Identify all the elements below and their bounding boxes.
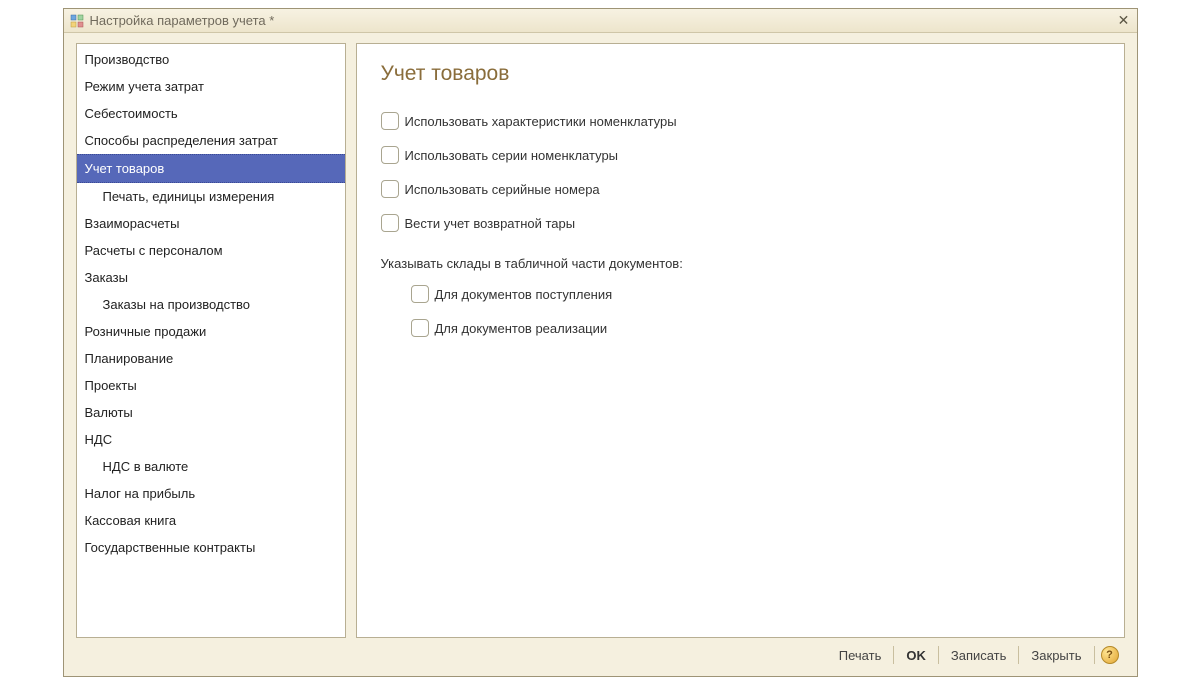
content-panes: ПроизводствоРежим учета затратСебестоимо… (76, 43, 1125, 638)
footer-bar: Печать OK Записать Закрыть ? (76, 638, 1125, 668)
section-label-warehouses: Указывать склады в табличной части докум… (381, 256, 1100, 271)
sidebar-item[interactable]: Валюты (77, 399, 345, 426)
window-app-icon (70, 14, 84, 28)
page-title: Учет товаров (381, 62, 1100, 86)
checkbox-label: Использовать серийные номера (405, 182, 600, 197)
sidebar-item[interactable]: Налог на прибыль (77, 480, 345, 507)
sidebar-item[interactable]: Проекты (77, 372, 345, 399)
title-bar: Настройка параметров учета * ✕ (64, 9, 1137, 33)
sidebar-item[interactable]: Режим учета затрат (77, 73, 345, 100)
close-button[interactable]: Закрыть (1023, 645, 1089, 666)
close-icon[interactable]: ✕ (1115, 12, 1133, 28)
checkbox-row-incoming-docs[interactable]: Для документов поступления (411, 285, 1100, 303)
print-button[interactable]: Печать (831, 645, 890, 666)
checkbox-label: Использовать серии номенклатуры (405, 148, 619, 163)
checkbox-row-serial-numbers[interactable]: Использовать серийные номера (381, 180, 1100, 198)
sidebar-item[interactable]: Учет товаров (77, 154, 345, 183)
settings-window: Настройка параметров учета * ✕ Производс… (63, 8, 1138, 677)
sidebar-item[interactable]: Взаиморасчеты (77, 210, 345, 237)
checkbox-row-sales-docs[interactable]: Для документов реализации (411, 319, 1100, 337)
save-button[interactable]: Записать (943, 645, 1015, 666)
main-panel: Учет товаров Использовать характеристики… (356, 43, 1125, 638)
separator (938, 646, 939, 664)
window-title: Настройка параметров учета * (90, 13, 275, 28)
separator (893, 646, 894, 664)
sidebar-item[interactable]: Заказы (77, 264, 345, 291)
checkbox[interactable] (381, 112, 399, 130)
checkbox-row-characteristics[interactable]: Использовать характеристики номенклатуры (381, 112, 1100, 130)
sidebar-item[interactable]: НДС (77, 426, 345, 453)
sidebar-item[interactable]: НДС в валюте (77, 453, 345, 480)
checkbox[interactable] (411, 319, 429, 337)
sidebar-item[interactable]: Себестоимость (77, 100, 345, 127)
sidebar-item[interactable]: Кассовая книга (77, 507, 345, 534)
checkbox[interactable] (381, 146, 399, 164)
sidebar-item[interactable]: Производство (77, 46, 345, 73)
checkbox-label: Использовать характеристики номенклатуры (405, 114, 677, 129)
help-icon[interactable]: ? (1101, 646, 1119, 664)
checkbox-row-return-packaging[interactable]: Вести учет возвратной тары (381, 214, 1100, 232)
checkbox-label: Для документов реализации (435, 321, 608, 336)
sidebar-item[interactable]: Печать, единицы измерения (77, 183, 345, 210)
separator (1018, 646, 1019, 664)
separator (1094, 646, 1095, 664)
sidebar-item[interactable]: Заказы на производство (77, 291, 345, 318)
checkbox[interactable] (411, 285, 429, 303)
sidebar-item[interactable]: Расчеты с персоналом (77, 237, 345, 264)
ok-button[interactable]: OK (898, 645, 934, 666)
window-body: ПроизводствоРежим учета затратСебестоимо… (64, 33, 1137, 676)
checkbox-row-series[interactable]: Использовать серии номенклатуры (381, 146, 1100, 164)
sidebar: ПроизводствоРежим учета затратСебестоимо… (76, 43, 346, 638)
checkbox[interactable] (381, 180, 399, 198)
sidebar-item[interactable]: Государственные контракты (77, 534, 345, 561)
checkbox-label: Вести учет возвратной тары (405, 216, 576, 231)
sidebar-item[interactable]: Способы распределения затрат (77, 127, 345, 154)
sidebar-item[interactable]: Розничные продажи (77, 318, 345, 345)
checkbox[interactable] (381, 214, 399, 232)
sidebar-item[interactable]: Планирование (77, 345, 345, 372)
checkbox-label: Для документов поступления (435, 287, 613, 302)
